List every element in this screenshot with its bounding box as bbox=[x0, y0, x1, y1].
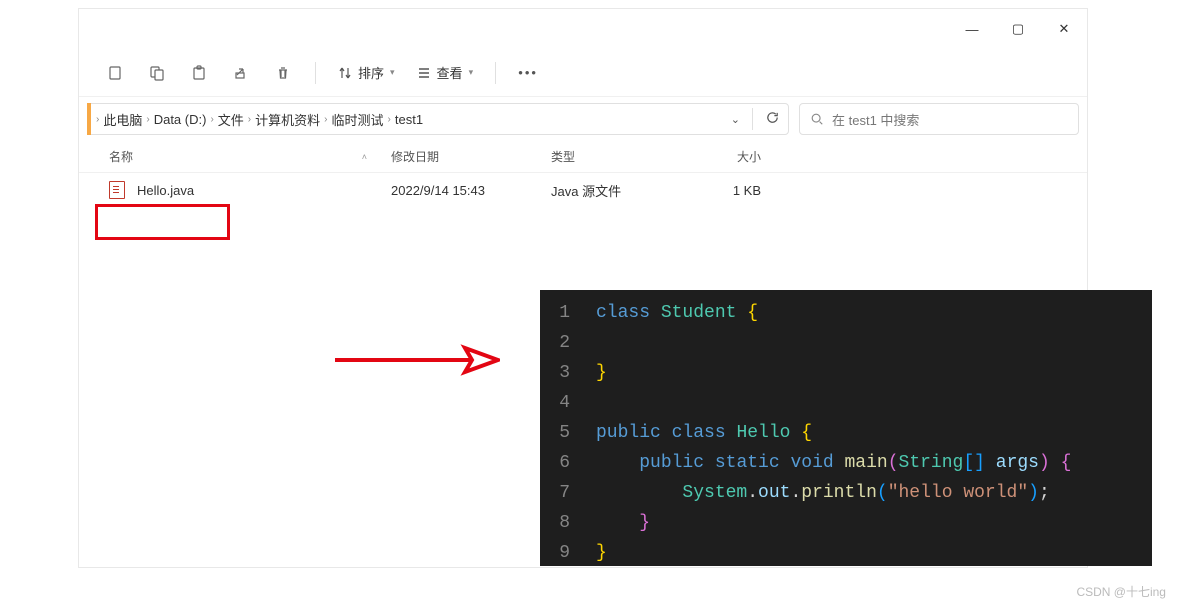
code-content[interactable]: class Student { } public class Hello { p… bbox=[580, 290, 1152, 566]
file-size: 1 KB bbox=[681, 183, 761, 198]
crumb-this-pc[interactable]: 此电脑 bbox=[103, 110, 142, 129]
more-icon[interactable]: ••• bbox=[510, 58, 546, 88]
file-name: Hello.java bbox=[137, 183, 194, 198]
chevron-down-icon[interactable]: ⌄ bbox=[731, 113, 740, 126]
crumb-folder-1[interactable]: 文件 bbox=[218, 110, 244, 129]
file-type: Java 源文件 bbox=[551, 181, 681, 200]
share-icon[interactable] bbox=[223, 58, 259, 88]
annotation-arrow bbox=[330, 340, 500, 380]
chevron-right-icon: › bbox=[146, 114, 149, 125]
java-file-icon bbox=[109, 181, 125, 199]
refresh-icon[interactable] bbox=[765, 110, 780, 128]
chevron-right-icon: › bbox=[210, 114, 213, 125]
toolbar-separator bbox=[315, 62, 316, 84]
column-headers: 名称 ˄ 修改日期 类型 大小 bbox=[79, 141, 1087, 173]
address-bar[interactable]: › 此电脑 › Data (D:) › 文件 › 计算机资料 › 临时测试 › … bbox=[87, 103, 789, 135]
code-editor: 1 2 3 4 5 6 7 8 9 class Student { } publ… bbox=[540, 290, 1152, 566]
search-placeholder: 在 test1 中搜索 bbox=[832, 110, 919, 129]
accent-bar bbox=[87, 103, 91, 135]
chevron-right-icon: › bbox=[248, 114, 251, 125]
titlebar: — ▢ ✕ bbox=[79, 9, 1087, 49]
crumb-drive[interactable]: Data (D:) bbox=[154, 112, 207, 127]
search-input[interactable]: 在 test1 中搜索 bbox=[799, 103, 1079, 135]
sort-label: 排序 bbox=[358, 63, 384, 82]
crumb-folder-3[interactable]: 临时测试 bbox=[332, 110, 384, 129]
line-number-gutter: 1 2 3 4 5 6 7 8 9 bbox=[540, 290, 580, 566]
copy-icon[interactable] bbox=[139, 58, 175, 88]
header-name[interactable]: 名称 ˄ bbox=[101, 148, 391, 165]
file-row[interactable]: Hello.java 2022/9/14 15:43 Java 源文件 1 KB bbox=[79, 173, 1087, 207]
sort-caret-icon: ˄ bbox=[362, 152, 367, 162]
new-icon[interactable] bbox=[97, 58, 133, 88]
delete-icon[interactable] bbox=[265, 58, 301, 88]
toolbar-separator bbox=[495, 62, 496, 84]
header-type[interactable]: 类型 bbox=[551, 148, 681, 165]
sort-button[interactable]: 排序 ▾ bbox=[330, 58, 403, 88]
header-date[interactable]: 修改日期 bbox=[391, 148, 551, 165]
header-size[interactable]: 大小 bbox=[681, 148, 761, 165]
maximize-button[interactable]: ▢ bbox=[995, 13, 1041, 45]
view-label: 查看 bbox=[437, 63, 463, 82]
chevron-right-icon: › bbox=[388, 114, 391, 125]
sort-icon bbox=[338, 66, 352, 80]
separator bbox=[752, 108, 753, 130]
crumb-folder-2[interactable]: 计算机资料 bbox=[255, 110, 320, 129]
crumb-current[interactable]: test1 bbox=[395, 112, 423, 127]
chevron-right-icon: › bbox=[324, 114, 327, 125]
search-icon bbox=[810, 112, 824, 126]
view-icon bbox=[417, 66, 431, 80]
toolbar: 排序 ▾ 查看 ▾ ••• bbox=[79, 49, 1087, 97]
close-button[interactable]: ✕ bbox=[1041, 13, 1087, 45]
watermark: CSDN @十七ing bbox=[1076, 583, 1166, 600]
chevron-down-icon: ▾ bbox=[390, 67, 395, 78]
chevron-down-icon: ▾ bbox=[469, 67, 474, 78]
paste-icon[interactable] bbox=[181, 58, 217, 88]
view-button[interactable]: 查看 ▾ bbox=[409, 58, 482, 88]
file-date: 2022/9/14 15:43 bbox=[391, 183, 551, 198]
chevron-right-icon: › bbox=[96, 114, 99, 125]
minimize-button[interactable]: — bbox=[949, 13, 995, 45]
address-row: › 此电脑 › Data (D:) › 文件 › 计算机资料 › 临时测试 › … bbox=[79, 97, 1087, 141]
